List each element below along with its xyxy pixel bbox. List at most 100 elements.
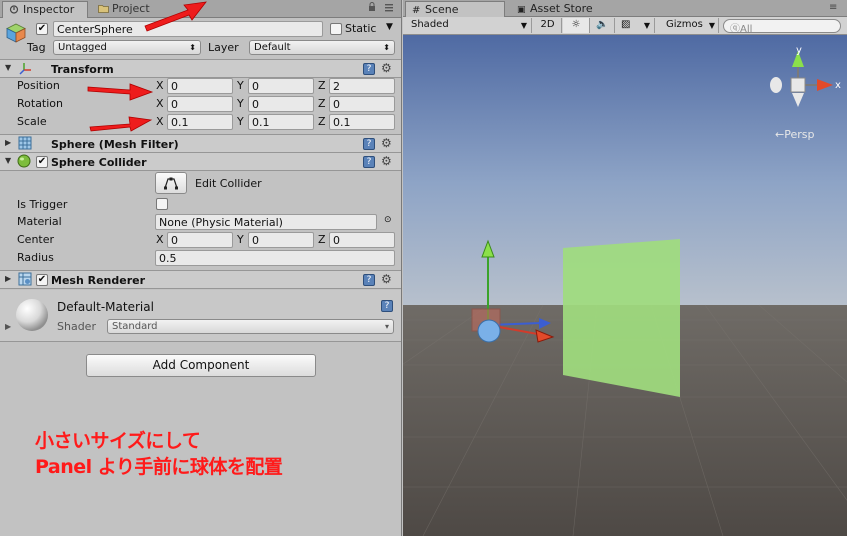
chevron-down-icon: ▼ [643,21,650,30]
collapse-triangle-icon[interactable]: ▶ [5,322,11,331]
scale-z-field[interactable]: 0.1 [329,114,395,130]
center-y-field[interactable]: 0 [248,232,314,248]
scene-lighting-icon[interactable]: ☼ [563,18,590,33]
persp-label[interactable]: ←Persp [775,128,814,141]
gizmos-dropdown[interactable]: Gizmos ▼ [662,18,719,33]
is-trigger-row: Is Trigger [0,196,401,214]
tab-scene[interactable]: # Scene [405,1,505,17]
shader-dropdown[interactable]: Standard ▾ [107,319,394,334]
is-trigger-label: Is Trigger [17,198,68,211]
center-label: Center [17,233,55,246]
tag-dropdown[interactable]: Untagged ⬍ [53,40,201,55]
inspector-icon [9,4,19,14]
position-y-field[interactable]: 0 [248,78,314,94]
rotation-x-field[interactable]: 0 [167,96,233,112]
chevron-updown-icon: ⬍ [383,43,390,52]
lock-icon[interactable] [368,2,376,15]
tab-inspector[interactable]: Inspector [2,1,88,18]
shading-mode-dropdown[interactable]: Shaded ▼ [407,18,532,33]
add-component-button[interactable]: Add Component [86,354,316,377]
mesh-renderer-header[interactable]: ▶ ✔ Mesh Renderer ? ⚙ [0,270,401,289]
help-icon[interactable]: ? [363,274,375,286]
gear-icon[interactable]: ⚙ [381,136,392,150]
scene-viewport[interactable]: y x ←Persp [403,35,847,536]
tab-scene-label: Scene [425,3,459,16]
axis-y-label: Y [237,97,244,110]
position-row: Position X 0 Y 0 Z 2 [0,77,401,95]
chevron-updown-icon: ⬍ [189,43,196,52]
expand-triangle-icon[interactable]: ▼ [5,156,11,165]
folder-icon [98,3,109,13]
active-checkbox[interactable]: ✔ [36,23,48,35]
sphere-collider-icon [17,154,31,168]
scene-effects-dropdown[interactable]: ▨ ▼ [617,18,655,33]
layer-value: Default [254,42,291,53]
static-dropdown-icon[interactable]: ▼ [386,22,393,32]
chevron-down-icon: ▼ [520,21,527,30]
center-sphere [477,319,501,343]
panel-menu-icon[interactable]: ≡ [829,2,837,13]
object-name-field[interactable]: CenterSphere [53,21,323,37]
toggle-2d-button[interactable]: 2D [534,18,562,33]
gameobject-cube-icon [5,22,27,44]
mesh-filter-header[interactable]: ▶ Sphere (Mesh Filter) ? ⚙ [0,134,401,153]
panel-menu-icon[interactable] [384,2,394,15]
help-icon[interactable]: ? [363,156,375,168]
material-sphere-icon [15,298,49,332]
gear-icon[interactable]: ⚙ [381,154,392,168]
center-z-field[interactable]: 0 [329,232,395,248]
axis-x-label: X [156,79,164,92]
center-row: Center X 0 Y 0 Z 0 [0,231,401,249]
tag-value: Untagged [58,42,107,53]
edit-collider-button[interactable] [155,172,187,194]
image-icon: ▨ [621,19,631,30]
orient-y-label: y [796,45,802,56]
collapse-triangle-icon[interactable]: ▶ [5,138,11,147]
scene-search-input[interactable]: ⓠAll [723,19,841,35]
help-icon[interactable]: ? [363,63,375,75]
sphere-collider-header[interactable]: ▼ ✔ Sphere Collider ? ⚙ [0,152,401,171]
axis-x-label: X [156,115,164,128]
sphere-collider-title: Sphere Collider [51,156,147,169]
object-header: ✔ CenterSphere Static ▼ Tag Untagged ⬍ La… [0,18,401,60]
object-picker-icon[interactable]: ⊙ [384,215,392,225]
scale-x-field[interactable]: 0.1 [167,114,233,130]
radius-field[interactable]: 0.5 [155,250,395,266]
help-icon[interactable]: ? [381,300,393,312]
transform-title: Transform [51,63,114,76]
material-name: Default-Material [57,300,154,314]
expand-triangle-icon[interactable]: ▼ [5,63,11,72]
position-z-field[interactable]: 2 [329,78,395,94]
axis-z-label: Z [318,97,326,110]
axis-x-label: X [156,233,164,246]
collapse-triangle-icon[interactable]: ▶ [5,274,11,283]
shading-mode-value: Shaded [411,19,449,30]
tab-inspector-label: Inspector [23,3,75,16]
gear-icon[interactable]: ⚙ [381,61,392,75]
position-x-field[interactable]: 0 [167,78,233,94]
physic-material-field[interactable]: None (Physic Material) [155,214,377,230]
center-x-field[interactable]: 0 [167,232,233,248]
axis-y-label: Y [237,115,244,128]
help-icon[interactable]: ? [363,138,375,150]
orient-x-label: x [835,80,841,91]
position-label: Position [17,79,60,92]
transform-header[interactable]: ▼ Transform ? ⚙ [0,59,401,78]
tab-project[interactable]: Project [92,1,166,18]
rotation-z-field[interactable]: 0 [329,96,395,112]
rotation-y-field[interactable]: 0 [248,96,314,112]
scene-audio-icon[interactable]: 🔈 [591,18,615,33]
annotation-line1: 小さいサイズにして [35,430,201,452]
layer-dropdown[interactable]: Default ⬍ [249,40,395,55]
scale-y-field[interactable]: 0.1 [248,114,314,130]
layer-label: Layer [208,41,239,54]
sphere-collider-enabled-checkbox[interactable]: ✔ [36,156,48,168]
gear-icon[interactable]: ⚙ [381,272,392,286]
mesh-renderer-icon [18,272,32,286]
static-checkbox[interactable] [330,23,342,35]
tab-asset-store[interactable]: ▣ Asset Store [511,1,611,17]
chevron-down-icon: ▾ [384,322,389,331]
static-label: Static [345,22,377,35]
mesh-renderer-enabled-checkbox[interactable]: ✔ [36,274,48,286]
is-trigger-checkbox[interactable] [156,198,168,210]
